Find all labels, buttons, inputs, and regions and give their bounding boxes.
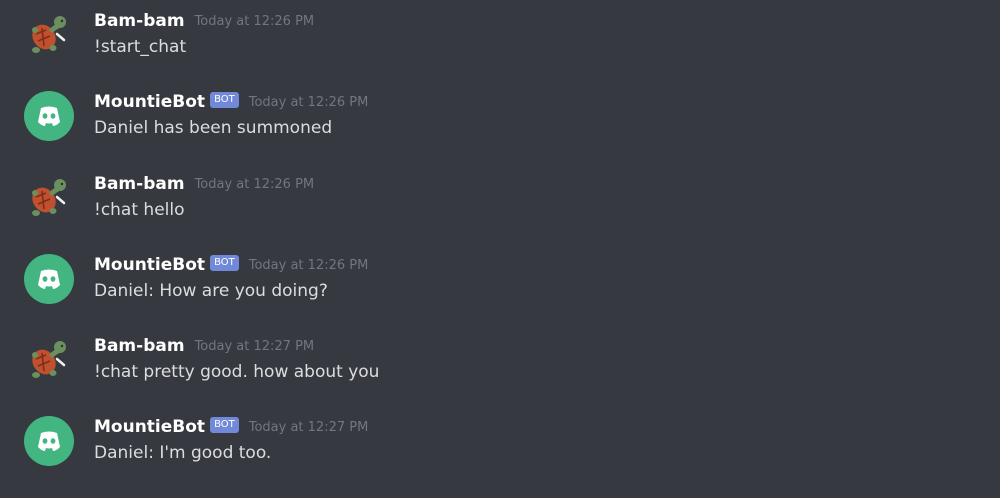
message-timestamp[interactable]: Today at 12:26 PM: [195, 174, 315, 196]
bot-avatar[interactable]: [24, 254, 74, 304]
message-content: !chat hello: [94, 200, 185, 220]
message-timestamp[interactable]: Today at 12:26 PM: [249, 92, 369, 114]
turtle-icon: [32, 179, 66, 216]
message-timestamp[interactable]: Today at 12:27 PM: [195, 336, 315, 358]
message-content: !start_chat: [94, 37, 187, 57]
message-header: Bam-bam Today at 12:27 PM: [94, 335, 314, 357]
discord-logo-icon: [24, 254, 74, 304]
bot-badge: BOT: [210, 417, 239, 433]
chat-message-list: Bam-bam Today at 12:26 PM !start_chat Mou…: [0, 0, 1000, 498]
message-timestamp[interactable]: Today at 12:26 PM: [195, 11, 315, 33]
username[interactable]: MountieBot: [94, 254, 205, 276]
discord-logo-icon: [24, 416, 74, 466]
message-content: !chat pretty good. how about you: [94, 362, 380, 382]
chat-message: Bam-bam Today at 12:27 PM !chat pretty go…: [0, 335, 1000, 397]
message-timestamp[interactable]: Today at 12:27 PM: [249, 417, 369, 439]
message-content: Daniel: I'm good too.: [94, 443, 272, 463]
message-content: Daniel: How are you doing?: [94, 281, 328, 301]
message-content: Daniel has been summoned: [94, 118, 333, 138]
message-header: MountieBot BOT Today at 12:26 PM: [94, 254, 368, 276]
chat-message: MountieBot BOT Today at 12:26 PM Daniel: H…: [0, 254, 1000, 316]
user-avatar[interactable]: [24, 173, 74, 223]
message-header: MountieBot BOT Today at 12:27 PM: [94, 416, 368, 438]
user-avatar[interactable]: [24, 335, 74, 385]
turtle-icon: [32, 341, 66, 378]
bot-avatar[interactable]: [24, 91, 74, 141]
username[interactable]: MountieBot: [94, 416, 205, 438]
username[interactable]: Bam-bam: [94, 173, 185, 195]
username[interactable]: Bam-bam: [94, 10, 185, 32]
chat-message: Bam-bam Today at 12:26 PM !chat hello: [0, 173, 1000, 235]
bot-badge: BOT: [210, 255, 239, 271]
message-timestamp[interactable]: Today at 12:26 PM: [249, 255, 369, 277]
turtle-icon: [32, 16, 66, 53]
username[interactable]: MountieBot: [94, 91, 205, 113]
bot-avatar[interactable]: [24, 416, 74, 466]
user-avatar[interactable]: [24, 10, 74, 60]
chat-message: MountieBot BOT Today at 12:26 PM Daniel ha…: [0, 91, 1000, 153]
discord-logo-icon: [24, 91, 74, 141]
username[interactable]: Bam-bam: [94, 335, 185, 357]
message-header: MountieBot BOT Today at 12:26 PM: [94, 91, 368, 113]
chat-message: MountieBot BOT Today at 12:27 PM Daniel: I…: [0, 416, 1000, 478]
bot-badge: BOT: [210, 92, 239, 108]
chat-message: Bam-bam Today at 12:26 PM !start_chat: [0, 10, 1000, 72]
message-header: Bam-bam Today at 12:26 PM: [94, 173, 314, 195]
message-header: Bam-bam Today at 12:26 PM: [94, 10, 314, 32]
